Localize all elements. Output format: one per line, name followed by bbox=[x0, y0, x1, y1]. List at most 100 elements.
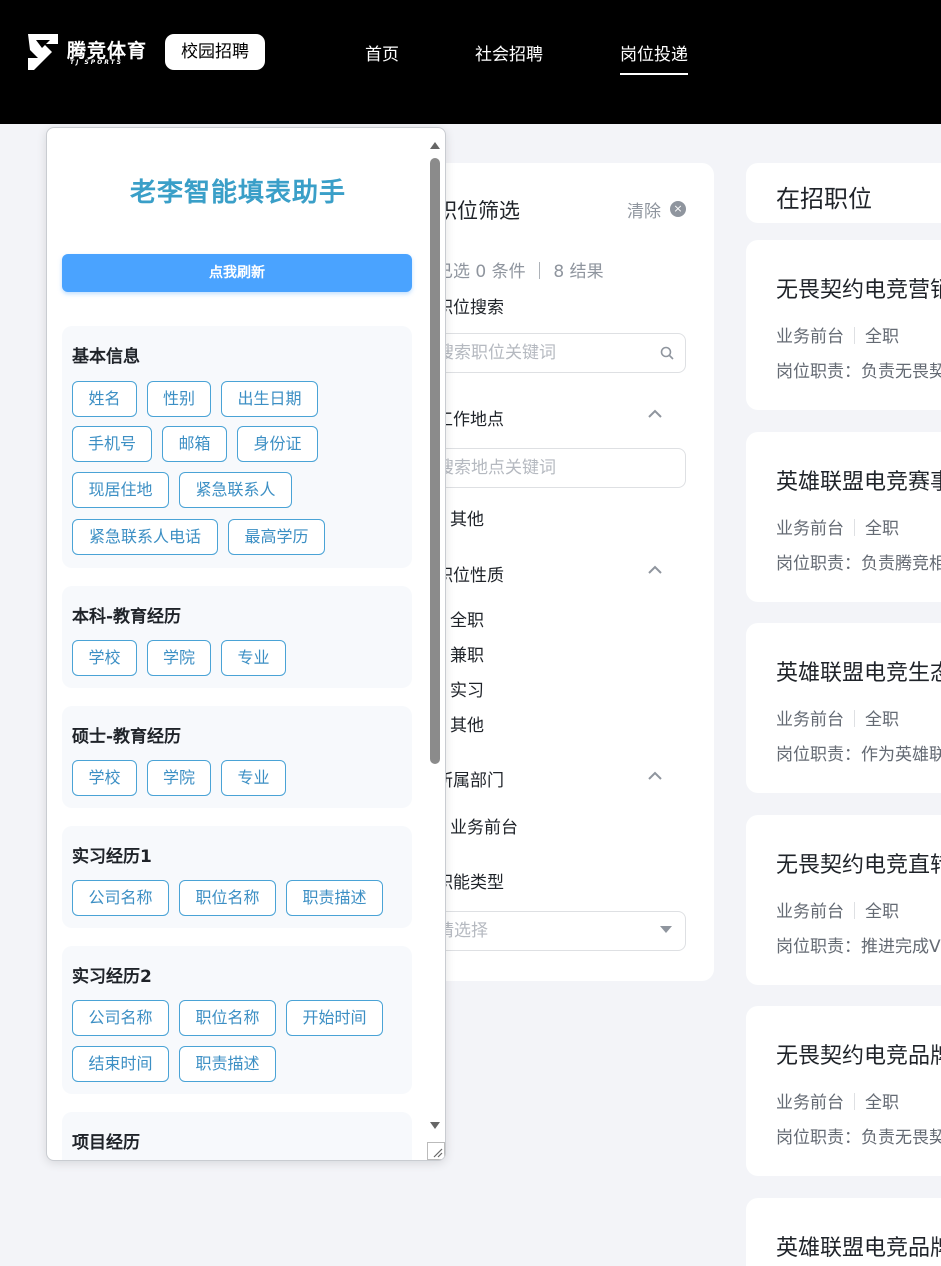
section-title: 实习经历1 bbox=[72, 847, 152, 867]
job-desc: 岗位职责：负责无畏契约 bbox=[776, 1128, 941, 1148]
search-label: 职位搜索 bbox=[436, 298, 504, 318]
tag-start-time[interactable]: 开始时间 bbox=[286, 1000, 383, 1036]
nav-home[interactable]: 首页 bbox=[365, 40, 399, 65]
dropdown-caret-icon[interactable] bbox=[660, 926, 672, 933]
refresh-button[interactable]: 点我刷新 bbox=[62, 254, 412, 292]
scrollbar-thumb[interactable] bbox=[430, 158, 440, 764]
job-type: 全职 bbox=[865, 519, 899, 539]
job-card[interactable]: 英雄联盟电竞赛事 业务前台 全职 岗位职责：负责腾竞相关 bbox=[746, 432, 941, 602]
filter-summary: 已选 0 条件 ｜ 8 结果 bbox=[436, 262, 604, 282]
tag-college[interactable]: 学院 bbox=[147, 640, 211, 676]
job-desc: 岗位职责：推进完成VCT bbox=[776, 937, 941, 957]
filter-title: 职位筛选 bbox=[436, 199, 520, 223]
tag-gender[interactable]: 性别 bbox=[147, 381, 211, 417]
func-select[interactable]: 请选择 bbox=[428, 911, 686, 951]
form-assistant-panel: 老李智能填表助手 点我刷新 基本信息 姓名 性别 出生日期 手机号 邮箱 身份证… bbox=[46, 127, 446, 1161]
job-desc: 岗位职责：负责无畏契约 bbox=[776, 362, 941, 382]
tag-phone[interactable]: 手机号 bbox=[72, 426, 152, 462]
clear-icon[interactable]: × bbox=[670, 201, 686, 217]
section-basic-info: 基本信息 姓名 性别 出生日期 手机号 邮箱 身份证 现居住地 紧急联系人 紧急… bbox=[62, 326, 412, 568]
clear-button[interactable]: 清除 bbox=[627, 197, 661, 222]
nature-option[interactable]: 全职 bbox=[450, 606, 484, 631]
jobs-header: 在招职位 bbox=[746, 163, 941, 223]
job-title[interactable]: 无畏契约电竞品牌 bbox=[776, 1038, 941, 1070]
tag-id-card[interactable]: 身份证 bbox=[237, 426, 318, 462]
dept-option[interactable]: 业务前台 bbox=[450, 813, 518, 838]
tag-school[interactable]: 学校 bbox=[72, 760, 137, 796]
tag-email[interactable]: 邮箱 bbox=[162, 426, 227, 462]
tag-duty-description[interactable]: 职责描述 bbox=[286, 880, 383, 916]
resize-grip-icon[interactable] bbox=[427, 1142, 445, 1160]
tag-end-time[interactable]: 结束时间 bbox=[72, 1046, 169, 1082]
tag-birthdate[interactable]: 出生日期 bbox=[221, 381, 318, 417]
job-title[interactable]: 无畏契约电竞直转播 bbox=[776, 847, 941, 879]
chevron-up-icon[interactable] bbox=[648, 563, 662, 577]
tag-major[interactable]: 专业 bbox=[221, 760, 286, 796]
nature-label: 职位性质 bbox=[436, 566, 504, 586]
jobs-header-title: 在招职位 bbox=[776, 185, 872, 213]
logo-icon bbox=[28, 34, 58, 70]
tag-college[interactable]: 学院 bbox=[147, 760, 211, 796]
job-title[interactable]: 英雄联盟电竞品牌 bbox=[776, 1230, 941, 1262]
nature-option[interactable]: 实习 bbox=[450, 676, 484, 701]
search-icon[interactable] bbox=[660, 346, 674, 360]
top-header: 腾竞体育 TJ SPORTS 校园招聘 首页 社会招聘 岗位投递 bbox=[0, 0, 941, 124]
tag-duty-description[interactable]: 职责描述 bbox=[179, 1046, 276, 1082]
job-meta: 业务前台 全职 bbox=[776, 1088, 899, 1113]
tag-position-name[interactable]: 职位名称 bbox=[179, 1000, 276, 1036]
job-meta: 业务前台 全职 bbox=[776, 514, 899, 539]
scroll-down-arrow-icon[interactable] bbox=[430, 1122, 440, 1129]
chevron-up-icon[interactable] bbox=[648, 407, 662, 421]
section-title: 实习经历2 bbox=[72, 967, 152, 987]
section-internship-1: 实习经历1 公司名称 职位名称 职责描述 bbox=[62, 826, 412, 928]
job-card[interactable]: 无畏契约电竞品牌 业务前台 全职 岗位职责：负责无畏契约 bbox=[746, 1006, 941, 1176]
chevron-up-icon[interactable] bbox=[648, 769, 662, 783]
func-label: 职能类型 bbox=[436, 873, 504, 893]
tag-school[interactable]: 学校 bbox=[72, 640, 137, 676]
section-master-education: 硕士-教育经历 学校 学院 专业 bbox=[62, 706, 412, 808]
tag-emergency-phone[interactable]: 紧急联系人电话 bbox=[72, 519, 218, 555]
tag-education-level[interactable]: 最高学历 bbox=[228, 519, 325, 555]
job-desc: 岗位职责：作为英雄联盟 bbox=[776, 745, 941, 765]
job-dept: 业务前台 bbox=[776, 327, 844, 347]
section-project: 项目经历 bbox=[62, 1112, 412, 1160]
section-title: 本科-教育经历 bbox=[72, 607, 182, 627]
section-bachelor-education: 本科-教育经历 学校 学院 专业 bbox=[62, 586, 412, 688]
tag-company-name[interactable]: 公司名称 bbox=[72, 880, 169, 916]
job-card[interactable]: 英雄联盟电竞品牌 bbox=[746, 1198, 941, 1266]
tag-position-name[interactable]: 职位名称 bbox=[179, 880, 276, 916]
nav-social-recruit[interactable]: 社会招聘 bbox=[475, 40, 543, 65]
job-dept: 业务前台 bbox=[776, 710, 844, 730]
job-title[interactable]: 英雄联盟电竞赛事 bbox=[776, 464, 941, 496]
brand-subtitle: TJ SPORTS bbox=[70, 59, 123, 66]
tag-major[interactable]: 专业 bbox=[221, 640, 286, 676]
location-search-input[interactable]: 搜索地点关键词 bbox=[428, 448, 686, 488]
section-title: 项目经历 bbox=[72, 1133, 140, 1153]
job-card[interactable]: 无畏契约电竞直转播 业务前台 全职 岗位职责：推进完成VCT bbox=[746, 815, 941, 985]
job-dept: 业务前台 bbox=[776, 902, 844, 922]
job-card[interactable]: 无畏契约电竞营销 业务前台 全职 岗位职责：负责无畏契约 bbox=[746, 240, 941, 410]
job-search-input[interactable]: 搜索职位关键词 bbox=[428, 333, 686, 373]
section-title: 硕士-教育经历 bbox=[72, 727, 182, 747]
tag-address[interactable]: 现居住地 bbox=[72, 472, 169, 508]
job-title[interactable]: 无畏契约电竞营销 bbox=[776, 272, 941, 304]
scroll-up-arrow-icon[interactable] bbox=[430, 142, 440, 149]
job-meta: 业务前台 全职 bbox=[776, 705, 899, 730]
tag-name[interactable]: 姓名 bbox=[72, 381, 137, 417]
job-dept: 业务前台 bbox=[776, 1093, 844, 1113]
job-title[interactable]: 英雄联盟电竞生态 bbox=[776, 655, 941, 687]
job-meta: 业务前台 全职 bbox=[776, 897, 899, 922]
tag-emergency-contact[interactable]: 紧急联系人 bbox=[179, 472, 292, 508]
job-card[interactable]: 英雄联盟电竞生态 业务前台 全职 岗位职责：作为英雄联盟 bbox=[746, 623, 941, 793]
job-meta: 业务前台 全职 bbox=[776, 322, 899, 347]
nature-option[interactable]: 兼职 bbox=[450, 641, 484, 666]
job-type: 全职 bbox=[865, 710, 899, 730]
tag-company-name[interactable]: 公司名称 bbox=[72, 1000, 169, 1036]
dept-label: 所属部门 bbox=[436, 771, 504, 791]
assistant-title: 老李智能填表助手 bbox=[129, 178, 346, 208]
nature-option[interactable]: 其他 bbox=[450, 711, 484, 736]
section-title: 基本信息 bbox=[72, 347, 140, 367]
location-option[interactable]: 其他 bbox=[450, 505, 484, 530]
campus-recruit-button[interactable]: 校园招聘 bbox=[165, 34, 265, 70]
nav-job-apply[interactable]: 岗位投递 bbox=[620, 40, 688, 75]
